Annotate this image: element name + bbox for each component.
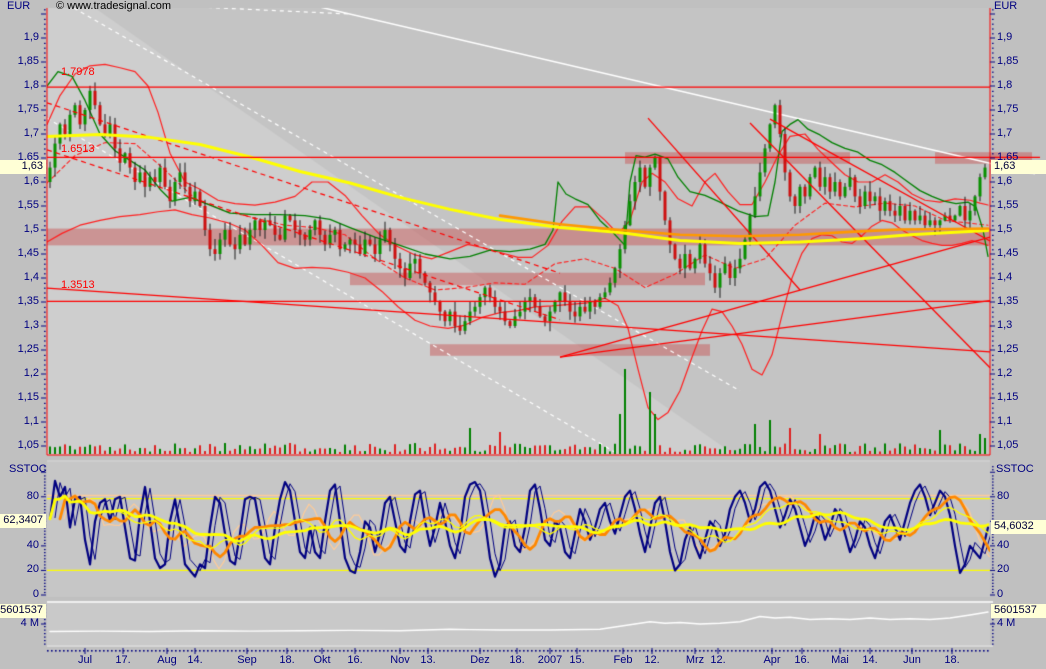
price-axis-label-left: 1,75 bbox=[0, 104, 39, 115]
price-axis-label-right: 1,25 bbox=[997, 344, 1018, 355]
volume-value-tag-left: 5601537 bbox=[0, 604, 46, 618]
price-chart-panel[interactable] bbox=[47, 8, 990, 455]
stochastic-axis-label-left: 40 bbox=[0, 540, 39, 551]
stochastic-axis-label-left: 80 bbox=[0, 491, 39, 502]
price-axis-label-left: 1,25 bbox=[0, 344, 39, 355]
currency-label-right: EUR bbox=[994, 1, 1017, 12]
volume-axis-tick-left: 4 M bbox=[0, 618, 39, 629]
price-axis-label-left: 1,4 bbox=[0, 272, 39, 283]
volume-value-tag-right: 5601537 bbox=[991, 604, 1046, 618]
stochastic-panel-title-right: SSTOC bbox=[996, 464, 1034, 475]
price-axis-label-left: 1,7 bbox=[0, 128, 39, 139]
price-axis-label-left: 1,6 bbox=[0, 176, 39, 187]
price-axis-label-right: 1,55 bbox=[997, 200, 1018, 211]
price-axis-label-right: 1,5 bbox=[997, 224, 1012, 235]
price-axis-label-right: 1,8 bbox=[997, 80, 1012, 91]
stochastic-axis-label-left: 0 bbox=[0, 589, 39, 600]
price-axis-label-right: 1,3 bbox=[997, 320, 1012, 331]
price-axis-label-right: 1,4 bbox=[997, 272, 1012, 283]
price-axis-label-left: 1,35 bbox=[0, 296, 39, 307]
price-axis-label-left: 1,85 bbox=[0, 56, 39, 67]
price-axis-label-right: 1,35 bbox=[997, 296, 1018, 307]
stochastic-axis-label-right: 0 bbox=[997, 589, 1003, 600]
price-axis-label-left: 1,1 bbox=[0, 416, 39, 427]
price-axis-label-right: 1,2 bbox=[997, 368, 1012, 379]
price-axis-label-right: 1,6 bbox=[997, 176, 1012, 187]
volume-axis-tick-right: 4 M bbox=[997, 618, 1015, 629]
price-axis-label-right: 1,45 bbox=[997, 248, 1018, 259]
price-axis-label-left: 1,3 bbox=[0, 320, 39, 331]
price-axis-label-left: 1,2 bbox=[0, 368, 39, 379]
stochastic-axis-label-right: 40 bbox=[997, 540, 1009, 551]
price-axis-label-left: 1,45 bbox=[0, 248, 39, 259]
stochastic-value-tag-right: 54,6032 bbox=[991, 520, 1046, 534]
price-axis-label-left: 1,8 bbox=[0, 80, 39, 91]
price-axis-label-left: 1,5 bbox=[0, 224, 39, 235]
volume-panel[interactable] bbox=[47, 603, 990, 645]
tradesignal-chart-window: EUR © www.tradesignal.com EUR SSTOC SSTO… bbox=[0, 0, 1046, 669]
price-axis-label-right: 1,1 bbox=[997, 416, 1012, 427]
stochastic-panel-title-left: SSTOC bbox=[9, 464, 47, 475]
current-price-tag-right: 1,63 bbox=[991, 160, 1046, 174]
stochastic-value-tag-left: 62,3407 bbox=[0, 514, 46, 528]
price-axis-label-right: 1,75 bbox=[997, 104, 1018, 115]
price-axis-label-left: 1,05 bbox=[0, 440, 39, 451]
price-axis-label-right: 1,85 bbox=[997, 56, 1018, 67]
stochastic-axis-label-right: 20 bbox=[997, 564, 1009, 575]
current-price-tag-left: 1,63 bbox=[0, 160, 46, 174]
price-axis-label-right: 1,7 bbox=[997, 128, 1012, 139]
time-axis[interactable] bbox=[47, 647, 990, 669]
currency-label-left: EUR bbox=[7, 1, 30, 12]
price-axis-label-right: 1,9 bbox=[997, 32, 1012, 43]
stochastic-panel[interactable] bbox=[47, 462, 990, 597]
price-axis-label-left: 1,9 bbox=[0, 32, 39, 43]
price-axis-label-left: 1,55 bbox=[0, 200, 39, 211]
stochastic-axis-label-right: 80 bbox=[997, 491, 1009, 502]
price-axis-label-right: 1,05 bbox=[997, 440, 1018, 451]
stochastic-axis-label-left: 20 bbox=[0, 564, 39, 575]
price-axis-label-right: 1,15 bbox=[997, 392, 1018, 403]
price-axis-label-left: 1,15 bbox=[0, 392, 39, 403]
